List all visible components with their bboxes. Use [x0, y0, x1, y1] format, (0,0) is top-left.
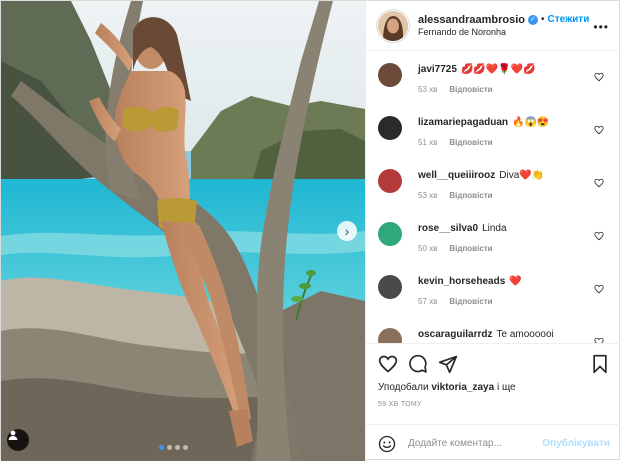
reply-button[interactable]: Відповісти	[449, 138, 492, 148]
comment-item: oscaraguilarrdz Te amoooooi	[366, 316, 620, 343]
action-icons-row	[378, 354, 610, 376]
comment-text: ❤️	[509, 276, 522, 287]
comment-item: kevin_horseheads ❤️ 57 хв Відповісти	[366, 263, 620, 316]
comment-text: Linda	[482, 223, 507, 234]
carousel-dot	[167, 445, 172, 450]
user-icon	[8, 430, 18, 440]
next-photo-button[interactable]: ›	[337, 221, 357, 241]
commenter-avatar[interactable]	[378, 63, 402, 87]
comment-text: Diva❤️👏	[499, 170, 545, 181]
comment-text: 🔥😱😍	[512, 117, 550, 128]
reply-button[interactable]: Відповісти	[449, 297, 492, 307]
commenter-username[interactable]: well__queiiirooz	[418, 170, 495, 181]
like-comment-heart-icon[interactable]	[594, 231, 604, 241]
share-icon[interactable]	[438, 354, 458, 374]
commenter-username[interactable]: lizamariepagaduan	[418, 117, 508, 128]
avatar-image	[378, 10, 408, 41]
carousel-dot	[183, 445, 188, 450]
commenter-avatar[interactable]	[378, 275, 402, 299]
likes-summary: Уподобали viktoria_zaya і ще	[378, 382, 516, 393]
comment-input[interactable]	[408, 438, 538, 449]
comment-item: javi7725 💋💋❤️🌹❤️💋 53 хв Відповісти	[366, 51, 620, 104]
post-location[interactable]: Fernando de Noronha	[418, 27, 589, 39]
liked-user[interactable]: viktoria_zaya	[431, 382, 494, 393]
carousel-indicator	[159, 445, 188, 450]
reply-button[interactable]: Відповісти	[449, 191, 492, 201]
like-comment-heart-icon[interactable]	[594, 72, 604, 82]
post-side-panel: alessandraambrosio ✓ • Стежити Fernando …	[365, 1, 620, 461]
comment-time: 57 хв	[418, 297, 438, 306]
beach-photo-illustration	[1, 1, 365, 461]
publish-button[interactable]: Опублікувати	[542, 438, 610, 449]
author-username[interactable]: alessandraambrosio	[418, 13, 525, 27]
more-options-icon[interactable]: •••	[593, 21, 609, 33]
commenter-username[interactable]: javi7725	[418, 64, 457, 75]
comment-text: 💋💋❤️🌹❤️💋	[460, 64, 536, 75]
emoji-icon[interactable]	[378, 435, 396, 453]
post-photo[interactable]: ›	[1, 1, 365, 461]
post-header: alessandraambrosio ✓ • Стежити Fernando …	[366, 1, 620, 51]
heart-icon[interactable]	[378, 354, 398, 374]
author-avatar[interactable]	[378, 10, 408, 41]
verified-badge-icon: ✓	[528, 14, 538, 25]
carousel-dot	[175, 445, 180, 450]
like-comment-heart-icon[interactable]	[594, 284, 604, 294]
commenter-avatar[interactable]	[378, 169, 402, 193]
comment-item: rose__silva0 Linda 50 хв Відповісти	[366, 210, 620, 263]
liked-suffix[interactable]: і ще	[497, 382, 516, 393]
chevron-right-icon: ›	[344, 223, 350, 239]
comment-time: 50 хв	[418, 244, 438, 253]
comment-item: well__queiiirooz Diva❤️👏 53 хв Відповісти	[366, 157, 620, 210]
comment-time: 53 хв	[418, 191, 438, 200]
commenter-avatar[interactable]	[378, 328, 402, 343]
tagged-users-button[interactable]	[7, 429, 29, 451]
commenter-username[interactable]: oscaraguilarrdz	[418, 329, 492, 340]
carousel-dot	[159, 445, 164, 450]
commenter-username[interactable]: kevin_horseheads	[418, 276, 505, 287]
like-comment-heart-icon[interactable]	[594, 178, 604, 188]
commenter-avatar[interactable]	[378, 222, 402, 246]
like-comment-heart-icon[interactable]	[594, 125, 604, 135]
follow-button[interactable]: Стежити	[548, 13, 590, 26]
separator-dot: •	[541, 14, 545, 26]
comment-time: 53 хв	[418, 85, 438, 94]
reply-button[interactable]: Відповісти	[449, 244, 492, 254]
comment-time: 51 хв	[418, 138, 438, 147]
instagram-post: › alessandraambrosio ✓ • Стежити Fernand…	[0, 0, 620, 461]
bookmark-icon[interactable]	[590, 354, 610, 374]
comment-text: Te amoooooi	[496, 329, 554, 340]
comments-list[interactable]: javi7725 💋💋❤️🌹❤️💋 53 хв Відповісти lizamar…	[366, 51, 620, 343]
commenter-username[interactable]: rose__silva0	[418, 223, 478, 234]
liked-prefix: Уподобали	[378, 382, 429, 393]
reply-button[interactable]: Відповісти	[449, 85, 492, 95]
commenter-avatar[interactable]	[378, 116, 402, 140]
post-actions: Уподобали viktoria_zaya і ще 59 ХВ ТОМУ …	[366, 343, 620, 461]
post-timestamp: 59 ХВ ТОМУ	[378, 401, 422, 408]
comment-icon[interactable]	[408, 354, 428, 374]
comment-item: lizamariepagaduan 🔥😱😍 51 хв Відповісти	[366, 104, 620, 157]
add-comment-row: Опублікувати	[366, 424, 620, 462]
